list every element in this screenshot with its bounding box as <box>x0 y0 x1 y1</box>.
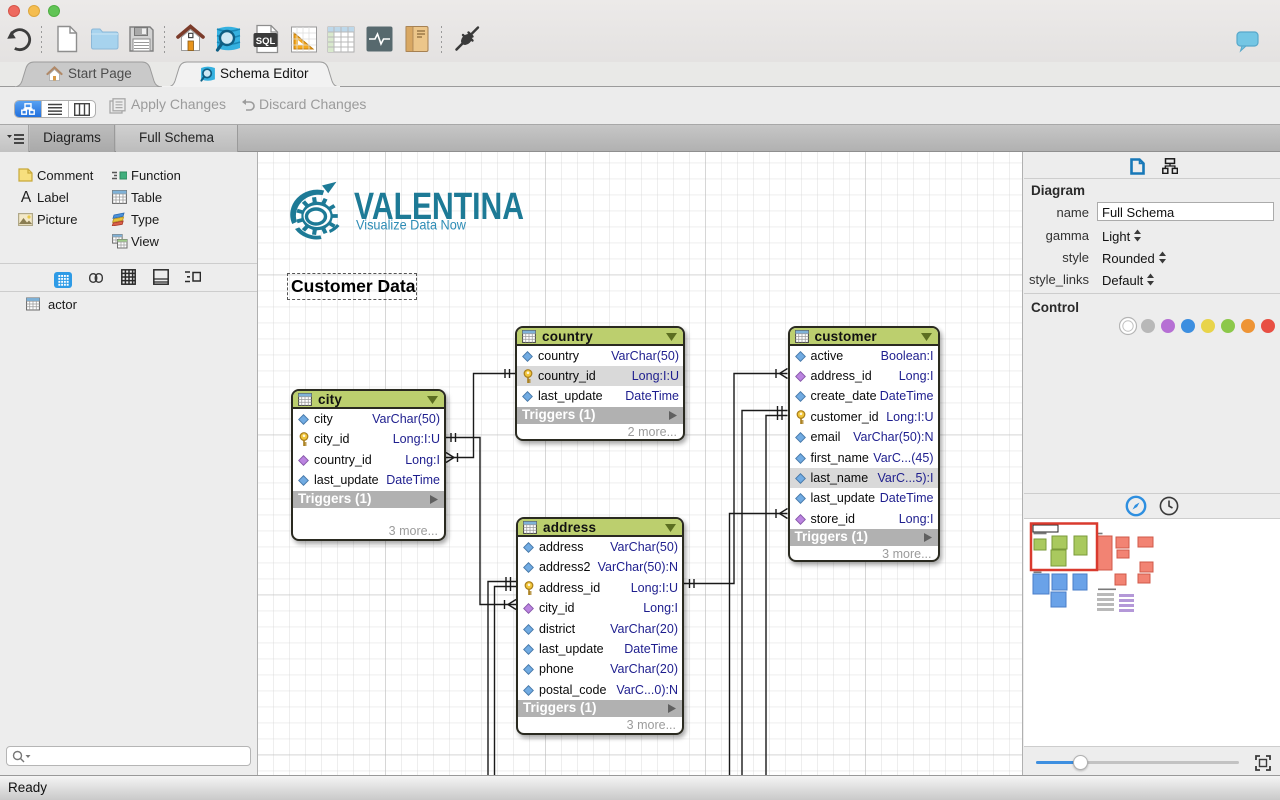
svg-text:SQL: SQL <box>256 36 276 47</box>
svg-text:Visualize Data Now: Visualize Data Now <box>356 217 467 233</box>
svg-text:A: A <box>21 189 32 204</box>
